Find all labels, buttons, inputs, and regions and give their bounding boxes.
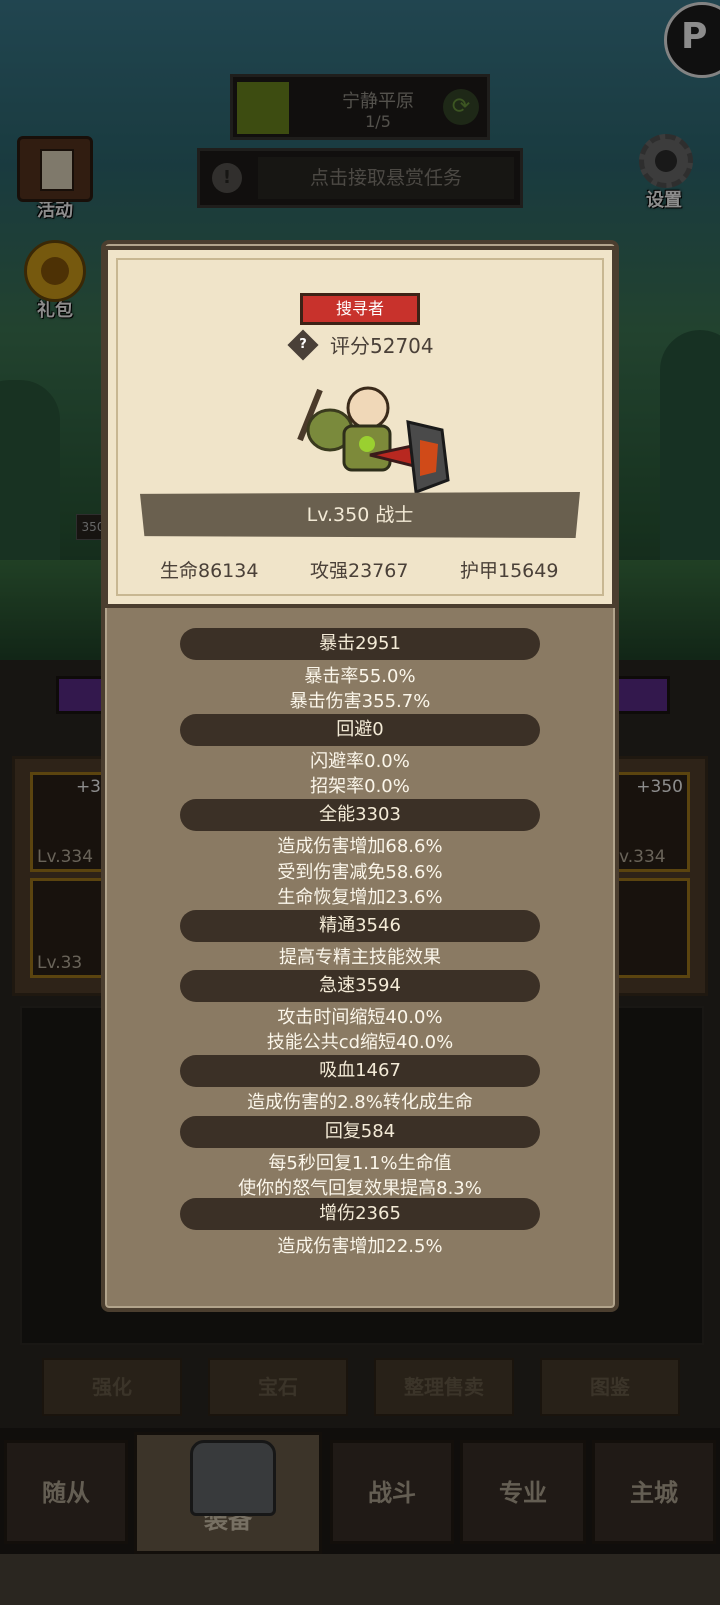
hero-sprite-icon — [297, 386, 450, 495]
stat-detail: 每5秒回复1.1%生命值 — [268, 1153, 452, 1174]
stat-detail: 闪避率0.0% — [310, 751, 410, 772]
question-mark: ? — [299, 337, 307, 352]
armor-stat: 护甲15649 — [460, 560, 559, 582]
stat-detail: 招架率0.0% — [310, 776, 410, 797]
stat-header-mastery: 精通3546 — [180, 910, 540, 942]
stat-header-lifesteal: 吸血1467 — [180, 1055, 540, 1087]
attack-stat: 攻强23767 — [310, 560, 409, 582]
stat-detail: 暴击伤害355.7% — [289, 691, 431, 712]
hp-stat: 生命86134 — [160, 560, 259, 582]
stat-header-haste: 急速3594 — [180, 970, 540, 1002]
stat-detail: 生命恢复增加23.6% — [277, 887, 443, 908]
stat-header-damage-bonus: 增伤2365 — [180, 1198, 540, 1230]
stat-detail: 使你的怒气回复效果提高8.3% — [238, 1178, 482, 1199]
stat-detail: 提高专精主技能效果 — [279, 947, 441, 968]
stat-detail: 暴击率55.0% — [304, 666, 416, 687]
stat-detail: 造成伤害的2.8%转化成生命 — [247, 1092, 473, 1113]
stat-detail: 攻击时间缩短40.0% — [277, 1007, 443, 1028]
stat-header-versatility: 全能3303 — [180, 799, 540, 831]
stat-detail: 受到伤害减免58.6% — [277, 862, 443, 883]
stat-detail: 技能公共cd缩短40.0% — [266, 1032, 454, 1053]
level-class-banner: Lv.350 战士 — [140, 492, 580, 538]
question-icon[interactable]: ? — [287, 329, 319, 361]
role-badge: 搜寻者 — [300, 293, 420, 325]
stat-header-avoidance: 回避0 — [180, 714, 540, 746]
stat-detail: 造成伤害增加22.5% — [277, 1236, 443, 1257]
stat-header-crit: 暴击2951 — [180, 628, 540, 660]
score-text: 评分52704 — [330, 334, 434, 358]
stat-detail: 造成伤害增加68.6% — [277, 836, 443, 857]
stat-header-regen: 回复584 — [180, 1116, 540, 1148]
